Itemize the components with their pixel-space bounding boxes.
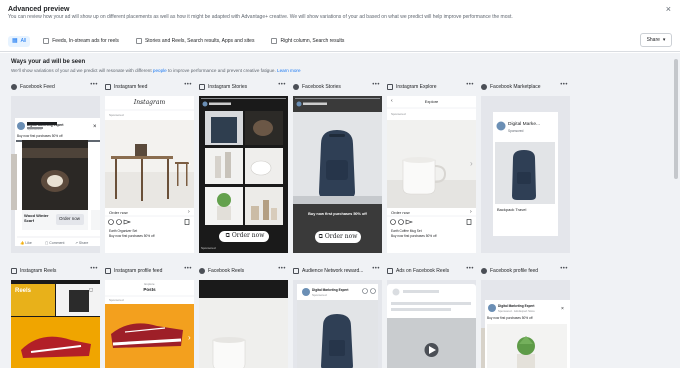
preview-frame: Reels ◻ <box>11 280 100 368</box>
instagram-profile-preview: › <box>105 280 194 368</box>
more-options-icon[interactable]: ••• <box>184 82 192 88</box>
preview-frame: × Wood Winter Scarf Order now Digital Ma… <box>11 96 100 253</box>
facebook-icon <box>481 268 487 274</box>
like-button[interactable]: 👍 Like <box>20 241 32 245</box>
dialog-header: Advanced preview You can review how your… <box>0 0 680 52</box>
preview-frame: ▶ <box>387 280 476 368</box>
preview-frame: › Instagram Sponsored Order now › Earth … <box>105 96 194 253</box>
filter-all[interactable]: ▦ All <box>8 35 31 47</box>
order-now-link[interactable]: Order now <box>109 210 128 215</box>
svg-text:›: › <box>188 333 191 342</box>
more-options-icon[interactable]: ••• <box>372 266 380 272</box>
comment-button[interactable]: ▢ Comment <box>45 241 64 245</box>
share-icon: ↗ <box>75 241 78 245</box>
instagram-icon <box>387 84 393 90</box>
comment-icon: ▢ <box>45 241 49 245</box>
order-now-link[interactable]: Order now <box>391 210 410 215</box>
more-options-icon[interactable]: ••• <box>184 266 192 272</box>
facebook-marketplace-preview <box>481 96 570 253</box>
instagram-icon <box>11 268 17 274</box>
section-title: Ways your ad will be seen <box>11 59 86 65</box>
scrollbar-thumb[interactable] <box>674 59 678 179</box>
filter-right-column[interactable]: Right column, Search results <box>267 36 348 47</box>
preview-frame: › Explore Posts Sponsored <box>105 280 194 368</box>
dialog-subtitle: You can review how your ad will show up … <box>8 14 513 20</box>
more-options-icon[interactable]: ••• <box>560 266 568 272</box>
link-icon: ⧉ <box>225 232 230 239</box>
scrollbar[interactable] <box>672 53 680 368</box>
more-options-icon[interactable]: ••• <box>90 266 98 272</box>
order-now-button[interactable]: Order now <box>59 216 80 221</box>
more-options-icon[interactable]: ••• <box>278 82 286 88</box>
chevron-right-icon: › <box>470 209 472 215</box>
preview-content: Ways your ad will be seen We'll show var… <box>0 53 672 368</box>
facebook-icon <box>199 268 205 274</box>
facebook-icon <box>11 84 17 90</box>
more-options-icon[interactable]: ••• <box>372 82 380 88</box>
more-options-icon[interactable]: ••• <box>278 266 286 272</box>
filter-feeds[interactable]: Feeds, In-stream ads for reels <box>39 36 123 47</box>
placement-filters: ▦ All Feeds, In-stream ads for reels Sto… <box>8 35 348 47</box>
camera-icon: ◻ <box>89 287 94 293</box>
chevron-down-icon: ▾ <box>662 37 666 43</box>
facebook-stories-preview <box>293 96 382 253</box>
right-column-icon <box>271 38 278 44</box>
audience-network-preview <box>293 280 382 368</box>
play-icon[interactable]: ▶ <box>387 347 476 348</box>
audience-network-icon <box>293 268 299 274</box>
link-icon: ⧉ <box>318 233 323 240</box>
stories-icon <box>135 38 142 44</box>
learn-more-link[interactable]: Learn more <box>277 68 301 73</box>
instagram-icon <box>105 268 111 274</box>
order-now-button[interactable]: ⧉ Order now <box>221 232 269 240</box>
ads-on-reels-preview <box>387 280 476 368</box>
preview-frame: Digital Marke... Sponsored Backpack Trav… <box>481 96 570 253</box>
instagram-stories-preview <box>199 96 288 253</box>
svg-text:›: › <box>188 159 191 168</box>
preview-frame: Buy now first purchases 50% off ⧉ Order … <box>293 96 382 253</box>
more-options-icon[interactable]: ••• <box>90 82 98 88</box>
order-now-button[interactable]: ⧉ Order now <box>317 233 359 241</box>
facebook-reels-preview <box>199 280 288 368</box>
section-subtitle: We'll show variations of your ad we pred… <box>11 68 301 73</box>
share-post-button[interactable]: ↗ Share <box>75 241 88 245</box>
feeds-icon <box>43 38 50 44</box>
more-options-icon[interactable]: ••• <box>560 82 568 88</box>
instagram-icon <box>199 84 205 90</box>
svg-text:×: × <box>561 306 564 312</box>
preview-frame: × Digital Marketing Expert Sponsored · A… <box>481 280 570 368</box>
svg-text:×: × <box>93 124 97 130</box>
like-icon: 👍 <box>20 241 25 245</box>
grid-icon: ▦ <box>12 38 18 44</box>
instagram-logo: Instagram <box>133 99 166 106</box>
preview-frame: ⧉ Order now Sponsored <box>199 96 288 253</box>
filter-stories-reels[interactable]: Stories and Reels, Search results, Apps … <box>132 36 259 47</box>
share-button[interactable]: Share ▾ <box>640 33 672 47</box>
svg-text:›: › <box>470 159 473 168</box>
chevron-right-icon: › <box>188 209 190 215</box>
facebook-icon <box>481 84 487 90</box>
facebook-icon <box>293 84 299 90</box>
preview-frame: › ‹ Explore Sponsored Order now › Earth … <box>387 96 476 253</box>
more-options-icon[interactable]: ••• <box>466 266 474 272</box>
instagram-icon <box>105 84 111 90</box>
reels-icon <box>387 268 393 274</box>
dialog-title: Advanced preview <box>8 6 70 13</box>
facebook-feed-preview: × <box>11 96 100 253</box>
facebook-profile-preview: × <box>481 280 570 368</box>
preview-frame <box>199 280 288 368</box>
preview-frame: Digital Marketing Expert Sponsored <box>293 280 382 368</box>
people-link[interactable]: people <box>153 68 167 73</box>
more-options-icon[interactable]: ••• <box>466 82 474 88</box>
close-icon[interactable]: × <box>666 4 671 14</box>
